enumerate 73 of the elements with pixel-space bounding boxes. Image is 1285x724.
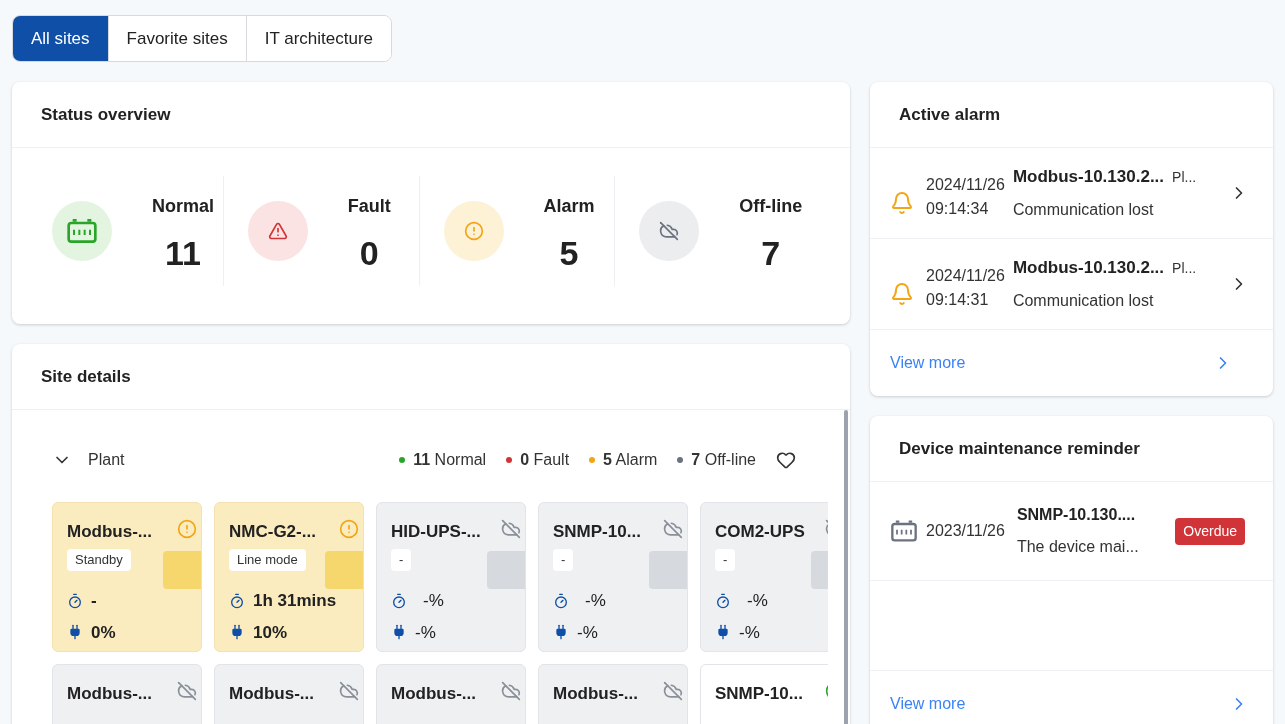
- maintenance-date: 2023/11/26: [926, 521, 1005, 541]
- panel-title: Site details: [41, 365, 131, 388]
- alarm-device: Modbus-10.130.2...: [1012, 257, 1165, 280]
- device-card[interactable]: Modbus-...: [538, 664, 688, 724]
- device-mode: -: [553, 548, 574, 571]
- status-count: 5: [559, 235, 579, 270]
- tab[interactable]: IT architecture: [245, 16, 391, 61]
- device-mode: Line mode: [229, 548, 306, 571]
- alarm-site: Pl...: [1172, 259, 1197, 279]
- alarm-item[interactable]: 2024/11/26 09:14:34 Modbus-10.130.2... Pl... Communication lost: [870, 148, 1273, 239]
- device-name: SNMP-10...: [553, 521, 641, 543]
- device-mode: -: [715, 548, 736, 571]
- device-name: Modbus-...: [67, 683, 152, 705]
- group-name: Plant: [88, 450, 125, 470]
- device-name: Modbus-...: [229, 683, 314, 705]
- device-name: Modbus-...: [67, 521, 152, 543]
- alarm-date: 2024/11/26: [926, 175, 1005, 195]
- status-label: Normal: [152, 194, 214, 218]
- load-value: 0%: [91, 621, 116, 644]
- device-card[interactable]: COM2-UPS - -% -%: [700, 502, 828, 652]
- device-name: Modbus-...: [553, 683, 638, 705]
- status-badge: Overdue: [1175, 517, 1245, 545]
- backup-time: -: [91, 590, 97, 612]
- status-label: Fault: [347, 194, 391, 218]
- status-label: Alarm: [543, 194, 595, 218]
- device-mode: Standby: [67, 548, 131, 571]
- backup-time: -%: [423, 590, 444, 612]
- alarm-message: Communication lost: [1012, 290, 1155, 311]
- load-value: -%: [577, 621, 598, 644]
- status-summary: 0 Fault: [520, 450, 570, 470]
- alarm-date: 2024/11/26: [926, 266, 1005, 286]
- view-more-link[interactable]: View more: [870, 670, 1273, 724]
- panel-title: Active alarm: [899, 103, 1001, 126]
- status-summary: 7 Off-line: [691, 450, 756, 470]
- alarm-device: Modbus-10.130.2...: [1012, 166, 1165, 189]
- alarm-message: Communication lost: [1012, 199, 1155, 220]
- device-name: Modbus-...: [391, 683, 476, 705]
- device-card[interactable]: SNMP-10... - -% -%: [538, 502, 688, 652]
- device-card[interactable]: NMC-G2-... Line mode 1h 31mins 10%: [214, 502, 364, 652]
- load-value: 10%: [253, 621, 288, 644]
- device-card[interactable]: Modbus-...: [376, 664, 526, 724]
- status-label: Off-line: [739, 194, 803, 218]
- status-count: 7: [761, 235, 781, 270]
- view-more-link[interactable]: View more: [870, 330, 1273, 396]
- device-name: NMC-G2-...: [229, 521, 316, 543]
- device-card[interactable]: SNMP-10...: [700, 664, 828, 724]
- maintenance-device: SNMP-10.130....: [1016, 505, 1137, 525]
- alarm-time: 09:14:34: [926, 199, 990, 219]
- device-card[interactable]: Modbus-... Standby - 0%: [52, 502, 202, 652]
- alarm-time: 09:14:31: [926, 290, 990, 310]
- backup-time: -%: [585, 590, 606, 612]
- status-count: 0: [359, 235, 379, 270]
- status-summary: 5 Alarm: [603, 450, 658, 470]
- load-value: -%: [739, 621, 760, 644]
- backup-time: -%: [747, 590, 768, 612]
- device-card[interactable]: HID-UPS-... - -% -%: [376, 502, 526, 652]
- backup-time: 1h 31mins: [253, 590, 337, 612]
- tab[interactable]: All sites: [13, 16, 108, 61]
- alarm-site: Pl...: [1172, 168, 1197, 188]
- device-card[interactable]: Modbus-...: [214, 664, 364, 724]
- alarm-item[interactable]: 2024/11/26 09:14:31 Modbus-10.130.2... Pl... Communication lost: [870, 239, 1273, 330]
- device-card[interactable]: Modbus-...: [52, 664, 202, 724]
- device-name: COM2-UPS: [715, 521, 805, 543]
- load-value: -%: [415, 621, 436, 644]
- maintenance-item[interactable]: 2023/11/26 SNMP-10.130.... The device mai... Overdue: [870, 482, 1273, 581]
- panel-title: Device maintenance reminder: [899, 437, 1140, 460]
- panel-title: Status overview: [41, 103, 171, 126]
- maintenance-message: The device mai...: [1016, 537, 1139, 557]
- device-name: HID-UPS-...: [391, 521, 481, 543]
- device-mode: -: [391, 548, 412, 571]
- device-name: SNMP-10...: [715, 683, 803, 705]
- status-summary: 11 Normal: [413, 450, 487, 470]
- status-count: 11: [165, 235, 201, 270]
